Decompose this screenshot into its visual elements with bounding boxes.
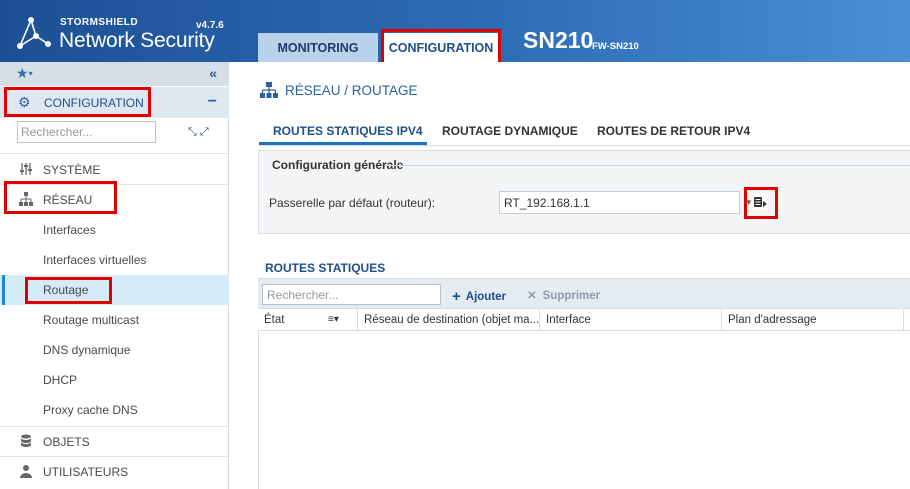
- delete-label: Supprimer: [542, 290, 601, 302]
- sidebar-category-label: SYSTÈME: [43, 163, 101, 177]
- column-label: Interface: [546, 314, 591, 326]
- sidebar-category-label: RÉSEAU: [43, 193, 93, 207]
- gateway-value: RT_192.168.1.1: [504, 196, 590, 210]
- sidebar-category-utilisateurs[interactable]: UTILISATEURS: [0, 456, 229, 486]
- active-indicator: [2, 275, 5, 305]
- sidebar-item-label: Proxy cache DNS: [43, 403, 138, 417]
- sidebar-category-objets[interactable]: OBJETS: [0, 426, 229, 456]
- sidebar-item-label: Routage multicast: [43, 313, 140, 327]
- sidebar-search-input[interactable]: [17, 121, 156, 143]
- gateway-select[interactable]: RT_192.168.1.1 ▾: [499, 191, 751, 214]
- column-header-destination[interactable]: Réseau de destination (objet ma...: [358, 309, 540, 331]
- sidebar-item-interfaces[interactable]: Interfaces: [0, 215, 229, 245]
- subtab-routes-de-retour-ipv4[interactable]: ROUTES DE RETOUR IPV4: [597, 124, 750, 138]
- version-label: v4.7.6: [196, 20, 224, 31]
- column-label: État: [264, 314, 285, 326]
- plus-icon: +: [452, 288, 461, 305]
- object-properties-icon[interactable]: [752, 194, 768, 210]
- delete-route-button[interactable]: ✕ Supprimer: [527, 288, 600, 302]
- general-config-legend: Configuration générale: [272, 158, 404, 172]
- app-window: STORMSHIELD Network Security v4.7.6 MONI…: [0, 0, 910, 489]
- network-icon: [260, 82, 278, 98]
- star-icon[interactable]: ★▾: [16, 65, 33, 82]
- legend-rule: [385, 165, 910, 166]
- add-route-button[interactable]: + Ajouter: [452, 287, 507, 305]
- top-header: STORMSHIELD Network Security v4.7.6 MONI…: [0, 0, 910, 62]
- gateway-label: Passerelle par défaut (routeur):: [269, 196, 436, 210]
- main-content: RÉSEAU / ROUTAGE ROUTES STATIQUES IPV4 R…: [230, 62, 910, 489]
- routes-search-input[interactable]: [262, 284, 441, 305]
- device-model: SN210: [523, 27, 594, 53]
- sidebar-item-label: Routage: [43, 283, 89, 297]
- sidebar-item-label: Interfaces: [43, 223, 96, 237]
- sidebar-category-systeme[interactable]: SYSTÈME: [0, 154, 229, 184]
- brand-product: Network Security: [59, 29, 215, 52]
- sliders-icon: [20, 163, 32, 175]
- stormshield-logo-icon: [17, 17, 51, 49]
- brand-company: STORMSHIELD: [60, 17, 139, 28]
- subtab-routes-statiques-ipv4[interactable]: ROUTES STATIQUES IPV4: [273, 124, 423, 138]
- sidebar-category-label: OBJETS: [43, 435, 90, 449]
- sidebar-item-routage[interactable]: Routage: [0, 275, 229, 305]
- column-header-plan-adressage[interactable]: Plan d'adressage: [722, 309, 904, 331]
- sidebar-item-dns-dynamique[interactable]: DNS dynamique: [0, 335, 229, 365]
- sort-icon[interactable]: ≡▾: [328, 314, 339, 325]
- tab-monitoring[interactable]: MONITORING: [258, 33, 378, 62]
- tab-configuration[interactable]: CONFIGURATION: [381, 33, 501, 62]
- sidebar-category-reseau[interactable]: RÉSEAU: [0, 184, 229, 214]
- subtab-routage-dynamique[interactable]: ROUTAGE DYNAMIQUE: [442, 124, 578, 138]
- sidebar-item-label: DNS dynamique: [43, 343, 131, 357]
- sidebar-module-label: CONFIGURATION: [44, 96, 144, 110]
- sidebar-item-label: DHCP: [43, 373, 78, 387]
- column-header-interface[interactable]: Interface: [540, 309, 722, 331]
- sidebar-item-dhcp[interactable]: DHCP: [0, 365, 229, 395]
- gear-icon: ⚙: [18, 94, 31, 110]
- double-chevron-left-icon[interactable]: «: [209, 65, 217, 81]
- database-icon: [21, 434, 31, 447]
- page-title: RÉSEAU / ROUTAGE: [285, 83, 418, 98]
- sidebar-item-routage-multicast[interactable]: Routage multicast: [0, 305, 229, 335]
- collapse-minus-icon[interactable]: −: [208, 93, 217, 111]
- user-icon: [20, 465, 32, 478]
- column-header-etat[interactable]: État ≡▾: [258, 309, 358, 331]
- sidebar-item-proxy-cache-dns[interactable]: Proxy cache DNS: [0, 395, 229, 425]
- close-icon: ✕: [527, 290, 537, 302]
- add-label: Ajouter: [465, 291, 507, 303]
- device-hostname: FW-SN210: [592, 41, 639, 52]
- column-label: Réseau de destination (objet ma...: [364, 314, 540, 326]
- network-icon: [19, 192, 33, 206]
- sidebar-item-interfaces-virtuelles[interactable]: Interfaces virtuelles: [0, 245, 229, 275]
- sidebar: ★▾ « ⚙ CONFIGURATION − ⤡ ⤢ SYSTÈME RÉSEA…: [0, 62, 229, 489]
- dropdown-arrow-icon[interactable]: ▾: [746, 197, 751, 208]
- static-routes-title: ROUTES STATIQUES: [265, 261, 386, 275]
- routes-table-body: [258, 331, 910, 489]
- expand-arrows-icon[interactable]: ⤡ ⤢: [188, 126, 209, 139]
- routes-table-header: État ≡▾ Réseau de destination (objet ma.…: [258, 308, 910, 331]
- column-label: Plan d'adressage: [728, 314, 817, 326]
- sidebar-topbar: ★▾ «: [0, 62, 229, 86]
- subtab-divider: [259, 145, 910, 146]
- sidebar-module-header[interactable]: ⚙ CONFIGURATION −: [0, 87, 229, 118]
- sidebar-item-label: Interfaces virtuelles: [43, 253, 147, 267]
- sidebar-category-label: UTILISATEURS: [43, 465, 129, 479]
